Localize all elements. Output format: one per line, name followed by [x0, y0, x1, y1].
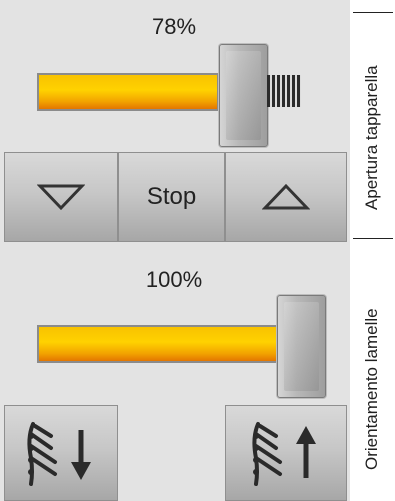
slat-tilt-up-button[interactable]: [225, 405, 347, 501]
slat-orientation-percentage: 100%: [145, 267, 203, 292]
slat-orientation-label: Orientamento lamelle: [362, 308, 381, 470]
slat-orientation-slider-handle[interactable]: [277, 295, 326, 398]
blind-opening-label: Apertura tapparella: [362, 65, 381, 210]
slats-arrow-down-icon: [27, 422, 91, 486]
triangle-down-icon: [37, 184, 85, 211]
slats-arrow-up-icon: [252, 422, 316, 486]
blind-up-button[interactable]: [225, 152, 347, 242]
stop-button-label: Stop: [146, 183, 197, 210]
slat-orientation-bar: [37, 325, 278, 363]
slat-tilt-down-button[interactable]: [4, 405, 118, 501]
blind-down-button[interactable]: [4, 152, 118, 242]
stop-button[interactable]: Stop: [118, 152, 225, 242]
blind-grip-icon: [267, 75, 301, 107]
middle-separator: [353, 238, 393, 239]
triangle-up-icon: [262, 183, 310, 210]
blind-opening-bar: [37, 73, 219, 111]
blind-opening-slider-handle[interactable]: [219, 44, 268, 147]
blind-opening-percentage: 78%: [151, 14, 197, 39]
top-separator: [353, 12, 393, 13]
